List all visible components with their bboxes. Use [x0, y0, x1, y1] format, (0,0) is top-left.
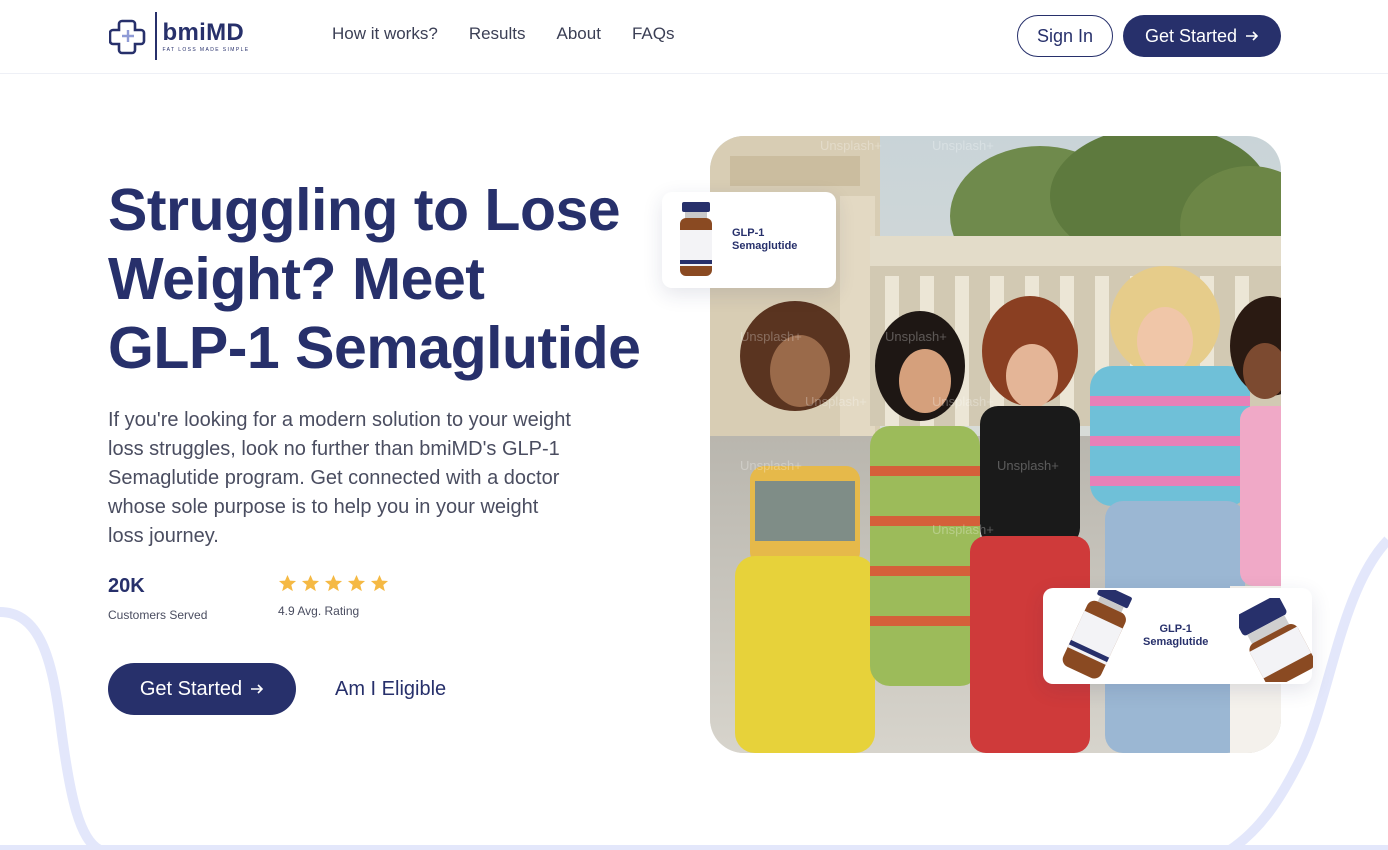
watermark-7: Unsplash+	[740, 458, 802, 473]
hero-get-started-button[interactable]: Get Started	[108, 663, 296, 715]
card-top-label: GLP-1 Semaglutide	[732, 227, 797, 253]
header-get-started-button[interactable]: Get Started	[1123, 15, 1281, 57]
star-icon	[324, 574, 343, 592]
nav-faqs[interactable]: FAQs	[632, 24, 675, 44]
hero-title-line-1: Struggling to Lose	[108, 177, 621, 243]
rating-stars	[278, 574, 389, 593]
watermark-9: Unsplash+	[932, 522, 994, 537]
watermark-1: Unsplash+	[820, 138, 882, 153]
hero-description: If you're looking for a modern solution …	[108, 409, 571, 547]
arrow-right-icon	[1246, 31, 1259, 41]
header-get-started-label: Get Started	[1144, 25, 1238, 46]
star-icon	[278, 574, 297, 592]
star-icon	[301, 574, 320, 592]
am-i-eligible-link[interactable]: Am I Eligible	[335, 678, 446, 701]
star-icon	[370, 574, 389, 592]
card-bottom-line-2: Semaglutide	[1143, 636, 1209, 648]
watermark-3: Unsplash+	[740, 329, 802, 344]
vial-tilted-icon	[1062, 590, 1132, 679]
stat-rating: 4.9 Avg. Rating	[278, 574, 389, 618]
card-bottom-line-1: GLP-1	[1159, 623, 1192, 635]
card-top-line-2: Semaglutide	[732, 240, 798, 252]
brand-tagline: FAT LOSS MADE SIMPLE	[162, 46, 250, 53]
sign-in-button[interactable]: Sign In	[1017, 15, 1113, 57]
stat-customers: 20K Customers Served	[108, 575, 207, 622]
hero-title-line-3: GLP-1 Semaglutide	[108, 315, 641, 381]
vial-cap-icon	[1239, 598, 1313, 682]
stat-rating-label: 4.9 Avg. Rating	[278, 604, 360, 618]
brand-name: bmiMD	[162, 18, 244, 46]
watermark-2: Unsplash+	[932, 138, 994, 153]
main-nav: How it works? Results About FAQs	[332, 24, 674, 44]
card-bottom-label: GLP-1 Semaglutide	[1143, 623, 1208, 649]
watermark-4: Unsplash+	[885, 329, 947, 344]
nav-how-it-works[interactable]: How it works?	[332, 24, 438, 44]
product-card-bottom: GLP-1 Semaglutide	[1043, 588, 1313, 684]
product-card-top: GLP-1 Semaglutide	[662, 192, 836, 288]
nav-results[interactable]: Results	[469, 24, 526, 44]
nav-about[interactable]: About	[557, 24, 601, 44]
hero-get-started-label: Get Started	[139, 677, 243, 700]
hero-title-line-2: Weight? Meet	[108, 246, 485, 312]
brand-logo[interactable]: bmiMD FAT LOSS MADE SIMPLE	[109, 11, 250, 61]
medical-cross-logo-icon	[109, 19, 146, 55]
watermark-5: Unsplash+	[805, 394, 867, 409]
hero-title: Struggling to Lose Weight? Meet GLP-1 Se…	[108, 176, 668, 383]
stat-customers-value: 20K	[108, 575, 145, 597]
stat-customers-label: Customers Served	[108, 608, 208, 622]
card-top-line-1: GLP-1	[732, 227, 765, 239]
arrow-right-icon	[251, 684, 264, 694]
vial-icon	[680, 202, 712, 276]
star-icon	[347, 574, 366, 592]
logo-divider	[155, 12, 157, 60]
watermark-6: Unsplash+	[932, 394, 994, 409]
site-header: bmiMD FAT LOSS MADE SIMPLE How it works?…	[0, 0, 1388, 74]
sign-in-label: Sign In	[1036, 25, 1094, 46]
watermark-8: Unsplash+	[997, 458, 1059, 473]
